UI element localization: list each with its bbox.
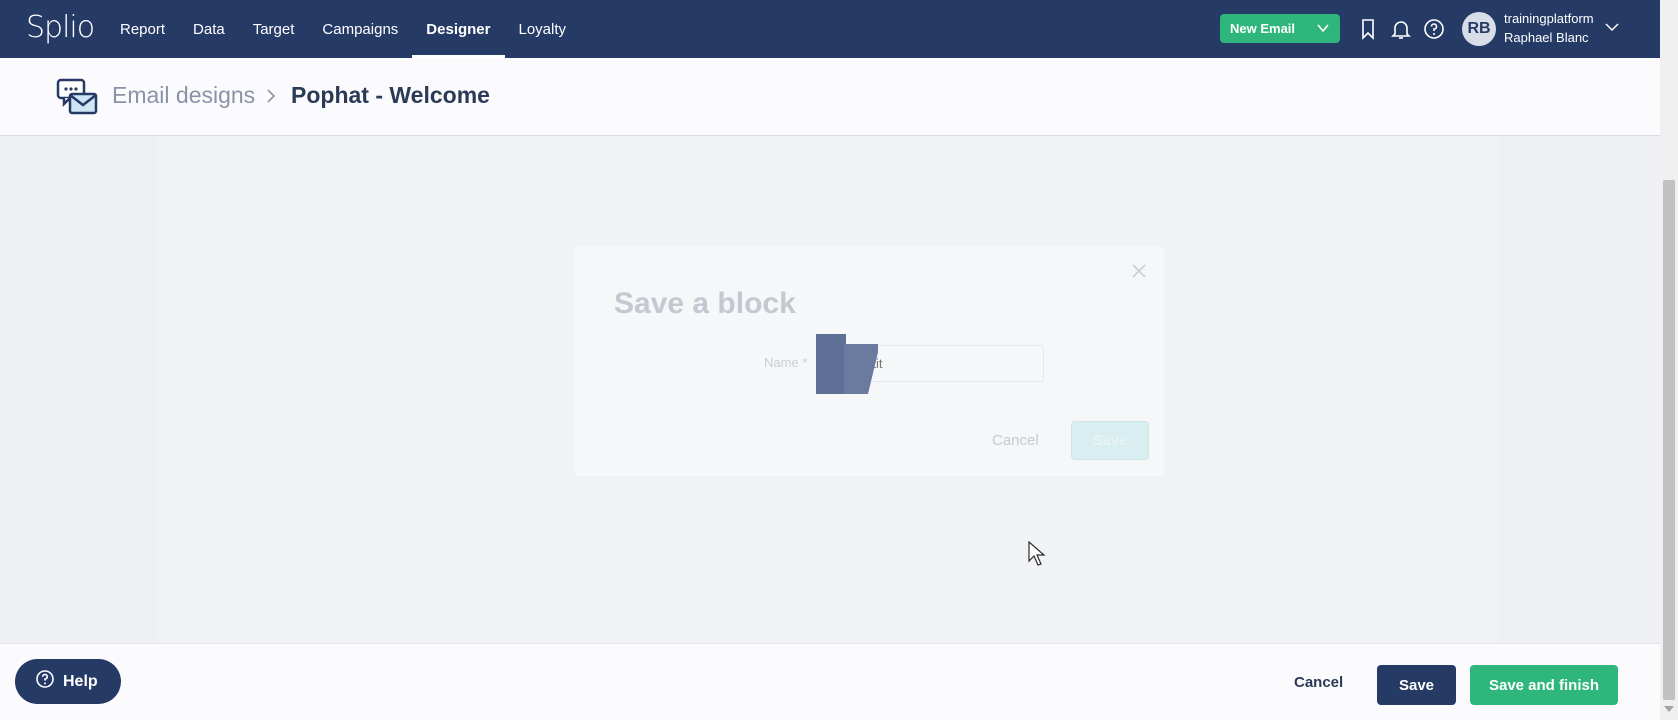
nav-item-loyalty[interactable]: Loyalty (505, 0, 581, 58)
breadcrumb: Email designs Pophat - Welcome (0, 58, 1660, 136)
close-icon[interactable] (1130, 262, 1148, 285)
chevron-down-icon (1316, 21, 1330, 38)
user-platform: trainingplatform (1504, 11, 1594, 26)
nav-item-report[interactable]: Report (106, 0, 179, 58)
top-navigation: Splio Report Data Target Campaigns Desig… (0, 0, 1660, 58)
question-circle-icon (35, 669, 55, 694)
scrollbar-thumb[interactable] (1663, 180, 1675, 700)
bottom-action-bar: Help Cancel Save Save and finish (0, 643, 1660, 720)
page-title: Pophat - Welcome (291, 82, 490, 108)
email-designs-icon (56, 78, 98, 121)
avatar[interactable]: RB (1462, 12, 1496, 46)
mouse-cursor-icon (1028, 540, 1046, 572)
scrollbar[interactable] (1660, 0, 1678, 720)
splio-logo[interactable]: Splio (26, 10, 95, 45)
help-button[interactable]: Help (15, 659, 121, 704)
save-button[interactable]: Save (1377, 665, 1456, 705)
main-nav: Report Data Target Campaigns Designer Lo… (106, 0, 580, 58)
drag-ghost-icon (816, 334, 880, 394)
new-email-button[interactable]: New Email (1220, 14, 1340, 43)
bookmark-icon[interactable] (1356, 17, 1380, 41)
user-name: Raphael Blanc (1504, 30, 1589, 45)
chevron-right-icon (264, 88, 278, 109)
help-label: Help (63, 672, 98, 690)
user-info[interactable]: trainingplatform Raphael Blanc (1504, 9, 1594, 47)
nav-item-designer[interactable]: Designer (412, 0, 505, 58)
nav-item-data[interactable]: Data (179, 0, 239, 58)
modal-save-button[interactable]: Save (1071, 421, 1149, 460)
nav-item-campaigns[interactable]: Campaigns (308, 0, 412, 58)
scroll-down-icon[interactable] (1664, 706, 1674, 712)
bell-icon[interactable] (1389, 17, 1413, 41)
modal-title: Save a block (614, 287, 796, 320)
modal-cancel-button[interactable]: Cancel (992, 432, 1039, 449)
save-and-finish-button[interactable]: Save and finish (1470, 665, 1618, 705)
chevron-down-icon[interactable] (1604, 19, 1620, 40)
new-email-label: New Email (1230, 21, 1296, 36)
name-label: Name * (764, 355, 808, 370)
nav-item-target[interactable]: Target (239, 0, 309, 58)
breadcrumb-email-designs[interactable]: Email designs (112, 82, 255, 109)
save-block-modal: Save a block Name * Cancel Save (574, 246, 1164, 476)
cancel-button[interactable]: Cancel (1294, 674, 1343, 691)
help-circle-icon[interactable] (1422, 17, 1446, 41)
